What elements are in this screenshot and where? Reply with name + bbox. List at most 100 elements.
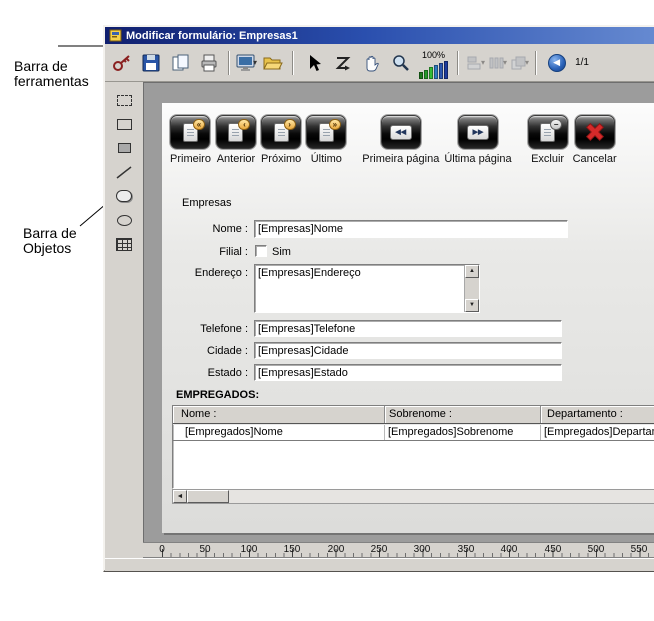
object-bar xyxy=(105,82,143,542)
estado-field[interactable]: [Empresas]Estado xyxy=(254,364,562,381)
entry-order-tool-button[interactable] xyxy=(329,49,356,77)
validate-button[interactable] xyxy=(108,49,135,77)
nav-button-label: Último xyxy=(311,153,342,165)
open-form-button[interactable] xyxy=(259,49,286,77)
zoom-level-control[interactable]: 100% xyxy=(419,47,448,79)
app-window: Modificar formulário: Empresas1 xyxy=(103,25,654,572)
zoom-level-label: 100% xyxy=(422,51,445,60)
left-arrow-icon: ◄ xyxy=(177,493,184,500)
nav-button-anterior[interactable]: ‹ Anterior xyxy=(216,115,256,165)
cell-departamento: [Empregados]Departamento xyxy=(541,425,654,440)
pointer-tool-button[interactable] xyxy=(300,49,327,77)
column-header-nome[interactable]: Nome : xyxy=(173,406,385,423)
ruler-number: 100 xyxy=(241,544,258,555)
chevron-down-icon: ▾ xyxy=(253,58,257,67)
title-bar[interactable]: Modificar formulário: Empresas1 xyxy=(105,27,654,44)
window-title: Modificar formulário: Empresas1 xyxy=(126,30,298,42)
line-icon xyxy=(116,166,132,179)
nav-button-ultima-pagina[interactable]: ▶▶ Última página xyxy=(444,115,511,165)
filial-label: Filial : xyxy=(162,246,248,258)
zoom-tool-button[interactable] xyxy=(387,49,414,77)
record-nav-buttons: « Primeiro ‹ Anterior › Pró xyxy=(170,115,622,165)
back-icon: ◀ xyxy=(548,54,566,72)
column-header-departamento[interactable]: Departamento : xyxy=(541,406,654,423)
print-button[interactable] xyxy=(195,49,222,77)
previous-record-icon: ‹ xyxy=(216,115,256,149)
nav-button-proximo[interactable]: › Próximo xyxy=(261,115,301,165)
ruler-number: 150 xyxy=(284,544,301,555)
delete-record-icon: − xyxy=(528,115,568,149)
zoom-bars-icon xyxy=(419,61,448,79)
scroll-up-button[interactable]: ▲ xyxy=(465,265,479,278)
pointer-icon xyxy=(304,53,324,73)
down-arrow-icon: ▼ xyxy=(469,302,475,308)
ruler-number: 500 xyxy=(588,544,605,555)
ruler-number: 300 xyxy=(414,544,431,555)
print-preview-button[interactable] xyxy=(166,49,193,77)
chevron-down-icon: ▾ xyxy=(503,58,507,67)
nome-label: Nome : xyxy=(162,223,248,235)
filial-checkbox-label: Sim xyxy=(272,246,291,258)
listbox-row: [Empregados]Nome [Empregados]Sobrenome [… xyxy=(173,424,654,441)
distribute-button[interactable]: ▾ xyxy=(487,54,507,72)
align-button[interactable]: ▾ xyxy=(465,54,485,72)
rectangle-tool-button[interactable] xyxy=(113,114,135,134)
toolbar-separator xyxy=(535,51,537,75)
hand-icon xyxy=(362,53,382,73)
empregados-listbox[interactable]: Nome : Sobrenome : Departamento : [Empre… xyxy=(172,405,654,489)
nav-button-cancelar[interactable]: Cancelar xyxy=(573,115,617,165)
printer-icon xyxy=(199,53,219,73)
nav-button-primeira-pagina[interactable]: ◀◀ Primeira página xyxy=(362,115,439,165)
line-tool-button[interactable] xyxy=(113,162,135,182)
filled-rectangle-icon xyxy=(118,143,131,153)
floppy-icon xyxy=(141,53,161,73)
form-page: « Primeiro ‹ Anterior › Pró xyxy=(162,103,654,533)
form-section-label: Empresas xyxy=(182,197,232,209)
scrollbar-thumb[interactable] xyxy=(187,490,229,503)
duplicate-button[interactable]: ▾ xyxy=(509,54,529,72)
oval-tool-button[interactable] xyxy=(113,210,135,230)
ruler-number: 350 xyxy=(458,544,475,555)
ruler-number: 200 xyxy=(328,544,345,555)
toolbar-separator xyxy=(457,51,459,75)
marquee-tool-button[interactable] xyxy=(113,90,135,110)
filial-checkbox[interactable] xyxy=(255,245,267,257)
display-mode-button[interactable]: ▾ xyxy=(236,53,257,73)
scroll-left-button[interactable]: ◄ xyxy=(173,490,187,503)
ruler-number: 400 xyxy=(501,544,518,555)
endereco-scrollbar[interactable]: ▲ ▼ xyxy=(464,265,479,312)
ruler-number: 550 xyxy=(631,544,648,555)
nav-button-label: Próximo xyxy=(261,153,301,165)
listbox-hscrollbar[interactable]: ◄ xyxy=(172,489,654,504)
cidade-field[interactable]: [Empresas]Cidade xyxy=(254,342,562,359)
key-icon xyxy=(111,52,133,74)
listbox-header: Nome : Sobrenome : Departamento : xyxy=(173,406,654,424)
grid-tool-button[interactable] xyxy=(113,234,135,254)
nav-button-primeiro[interactable]: « Primeiro xyxy=(170,115,211,165)
up-arrow-icon: ▲ xyxy=(469,268,475,274)
field-tool-button[interactable] xyxy=(113,138,135,158)
ruler-number: 250 xyxy=(371,544,388,555)
first-record-icon: « xyxy=(170,115,210,149)
scroll-down-button[interactable]: ▼ xyxy=(465,299,479,312)
screenshot-page: Barra de ferramentas Barra de Objetos Mo… xyxy=(0,0,654,621)
last-page-visited-button[interactable]: ◀ xyxy=(543,49,570,77)
horizontal-ruler: 0 50 100 150 200 250 300 350 400 450 500… xyxy=(143,542,654,558)
cell-sobrenome: [Empregados]Sobrenome xyxy=(385,425,541,440)
cancel-icon xyxy=(575,115,615,149)
rounded-rectangle-icon xyxy=(116,190,132,202)
save-button[interactable] xyxy=(137,49,164,77)
form-canvas: « Primeiro ‹ Anterior › Pró xyxy=(143,82,654,542)
cell-nome: [Empregados]Nome xyxy=(173,425,385,440)
grid-icon xyxy=(116,238,132,251)
hand-tool-button[interactable] xyxy=(358,49,385,77)
annotation-objects-label: Barra de Objetos xyxy=(23,226,89,257)
telefone-field[interactable]: [Empresas]Telefone xyxy=(254,320,562,337)
nav-button-excluir[interactable]: − Excluir xyxy=(528,115,568,165)
nav-button-label: Cancelar xyxy=(573,153,617,165)
endereco-field[interactable]: [Empresas]Endereço ▲ ▼ xyxy=(254,264,480,313)
nav-button-ultimo[interactable]: » Último xyxy=(306,115,346,165)
rounded-rect-tool-button[interactable] xyxy=(113,186,135,206)
nome-field[interactable]: [Empresas]Nome xyxy=(254,220,568,238)
column-header-sobrenome[interactable]: Sobrenome : xyxy=(385,406,541,423)
